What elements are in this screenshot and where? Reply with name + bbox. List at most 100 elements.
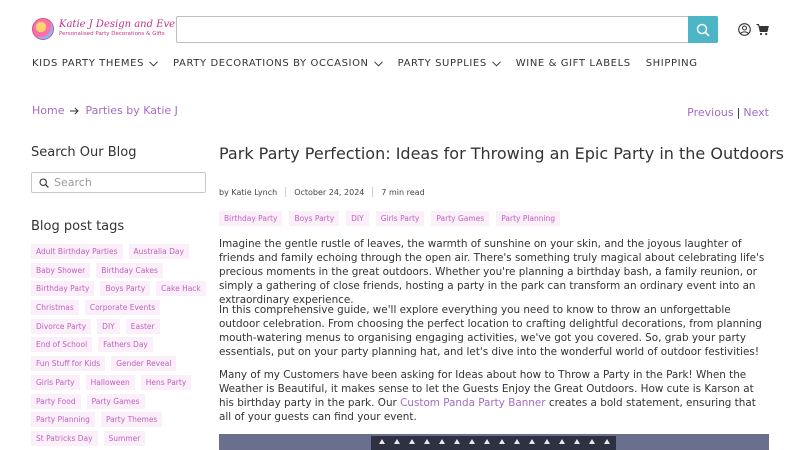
article-paragraph-3: Many of my Customers have been asking fo… <box>219 368 771 424</box>
bunting-flag <box>559 439 565 444</box>
article-date: October 24, 2024 <box>294 187 365 197</box>
logo-badge-icon <box>32 18 54 40</box>
blog-tag-link[interactable]: Cake Hack <box>156 281 206 297</box>
nav-label: WINE & GIFT LABELS <box>515 58 631 69</box>
search-icon <box>39 177 49 188</box>
breadcrumb-blog-link[interactable]: Parties by Katie J <box>85 104 177 117</box>
tag-row: Divorce Party DIY Easter <box>31 318 211 334</box>
blog-tag-link[interactable]: Christmas <box>31 300 79 316</box>
article-paragraph-2: In this comprehensive guide, we'll explo… <box>219 304 762 358</box>
bunting-flag <box>484 439 490 444</box>
nav-kids-party-themes[interactable]: KIDS PARTY THEMES <box>32 58 158 69</box>
nav-label: SHIPPING <box>645 58 698 69</box>
previous-post-link[interactable]: Previous <box>687 106 734 119</box>
blog-tag-link[interactable]: Corporate Events <box>84 300 161 316</box>
chevron-down-icon <box>149 60 158 67</box>
article-author: by Katie Lynch <box>219 187 278 197</box>
nav-party-decorations-by-occasion[interactable]: PARTY DECORATIONS BY OCCASION <box>173 58 383 69</box>
bunting-flag <box>409 439 415 444</box>
blog-search-input[interactable] <box>54 176 194 189</box>
blog-tag-link[interactable]: Party Planning <box>31 412 95 428</box>
cart-icon[interactable] <box>756 23 769 36</box>
custom-panda-banner-link[interactable]: Custom Panda Party Banner <box>400 397 545 409</box>
bunting-flag <box>394 439 400 444</box>
tag-row: Party Planning Party Themes <box>31 412 211 428</box>
blog-tag-link[interactable]: DIY <box>97 318 120 334</box>
logo-title: Katie J Design and Events <box>59 19 191 31</box>
article-tag-link[interactable]: Girls Party <box>375 211 425 226</box>
account-icon[interactable] <box>738 23 751 36</box>
tag-row: Girls Party Halloween Hens Party <box>31 374 211 390</box>
post-pager: Previous | Next <box>687 106 769 119</box>
breadcrumb-home-link[interactable]: Home <box>32 104 64 117</box>
search-button[interactable] <box>688 16 718 43</box>
nav-wine-gift-labels[interactable]: WINE & GIFT LABELS <box>516 58 631 69</box>
article-hero-image <box>219 434 769 450</box>
blog-tag-link[interactable]: Birthday Party <box>31 281 95 297</box>
nav-party-supplies[interactable]: PARTY SUPPLIES <box>398 58 501 69</box>
blog-tag-link[interactable]: Birthday Cakes <box>96 262 163 278</box>
blog-tag-link[interactable]: Easter <box>125 318 160 334</box>
article-tag-link[interactable]: Boys Party <box>289 211 340 226</box>
tag-row: St Patricks Day Summer <box>31 430 211 446</box>
site-logo[interactable]: Katie J Design and Events Personalised P… <box>32 16 191 42</box>
article-tag-link[interactable]: Birthday Party <box>219 211 283 226</box>
next-post-link[interactable]: Next <box>743 106 769 119</box>
blog-tag-link[interactable]: Boys Party <box>100 281 151 297</box>
nav-label: KIDS PARTY THEMES <box>32 58 145 69</box>
article-tag-link[interactable]: DIY <box>346 211 369 226</box>
logo-subtitle: Personalised Party Decorations & Gifts <box>59 31 165 38</box>
article-meta: by Katie Lynch October 24, 2024 7 min re… <box>219 187 425 197</box>
bunting-flag <box>589 439 595 444</box>
article-tag-link[interactable]: Party Planning <box>496 211 561 226</box>
tag-row: End of School Fathers Day <box>31 337 211 353</box>
blog-tag-link[interactable]: Fathers Day <box>98 337 153 353</box>
nav-label: PARTY DECORATIONS BY OCCASION <box>173 58 369 69</box>
blog-tags-heading: Blog post tags <box>31 219 125 234</box>
blog-tag-link[interactable]: Australia Day <box>128 244 189 259</box>
article-read-time: 7 min read <box>381 187 425 197</box>
blog-tag-link[interactable]: Gender Reveal <box>111 356 177 372</box>
site-search-input[interactable] <box>176 16 718 43</box>
breadcrumb: Home Parties by Katie J <box>32 104 178 117</box>
tag-row: Baby Shower Birthday Cakes <box>31 262 211 278</box>
blog-tag-link[interactable]: Baby Shower <box>31 262 91 278</box>
blog-tag-link[interactable]: Party Food <box>31 393 81 409</box>
blog-tag-link[interactable]: Divorce Party <box>31 318 92 334</box>
bunting-flag <box>424 439 430 444</box>
tag-row: Party Food Party Games <box>31 393 211 409</box>
bunting-flag <box>529 439 535 444</box>
blog-tag-link[interactable]: Summer <box>103 430 146 446</box>
blog-search-heading: Search Our Blog <box>31 145 137 160</box>
tag-row: Adult Birthday Parties Australia Day <box>31 244 211 259</box>
article-tag-link[interactable]: Party Games <box>431 211 490 226</box>
nav-shipping[interactable]: SHIPPING <box>646 58 698 69</box>
search-icon <box>696 23 710 37</box>
blog-tag-link[interactable]: Hens Party <box>140 374 192 390</box>
blog-tag-link[interactable]: Fun Stuff for Kids <box>31 356 106 372</box>
article-title: Park Party Perfection: Ideas for Throwin… <box>219 144 785 163</box>
bunting-flag <box>454 439 460 444</box>
bunting-flag <box>379 439 385 444</box>
tag-row: Birthday Party Boys Party Cake Hack <box>31 281 211 297</box>
blog-tag-link[interactable]: St Patricks Day <box>31 430 98 446</box>
chevron-down-icon <box>373 60 383 67</box>
tag-row: Christmas Corporate Events <box>31 300 211 316</box>
bunting-flag <box>574 439 580 444</box>
bunting-flag <box>604 439 610 444</box>
chevron-down-icon <box>491 60 501 67</box>
blog-search-box[interactable] <box>31 172 206 193</box>
blog-tag-link[interactable]: Halloween <box>85 374 135 390</box>
blog-tag-link[interactable]: Party Themes <box>100 412 163 428</box>
bunting-flag <box>469 439 475 444</box>
blog-tag-link[interactable]: Girls Party <box>31 374 80 390</box>
panda-banner-strip <box>371 436 616 450</box>
blog-tag-cloud: Adult Birthday Parties Australia Day Baby … <box>31 244 211 450</box>
blog-tag-link[interactable]: Party Games <box>86 393 145 409</box>
blog-tag-link[interactable]: End of School <box>31 337 93 353</box>
article-tags: Birthday Party Boys Party DIY Girls Party Pa… <box>219 211 567 226</box>
arrow-right-icon <box>70 106 80 115</box>
blog-tag-link[interactable]: Adult Birthday Parties <box>31 244 123 259</box>
tag-row: Fun Stuff for Kids Gender Reveal <box>31 356 211 372</box>
nav-label: PARTY SUPPLIES <box>397 58 487 69</box>
